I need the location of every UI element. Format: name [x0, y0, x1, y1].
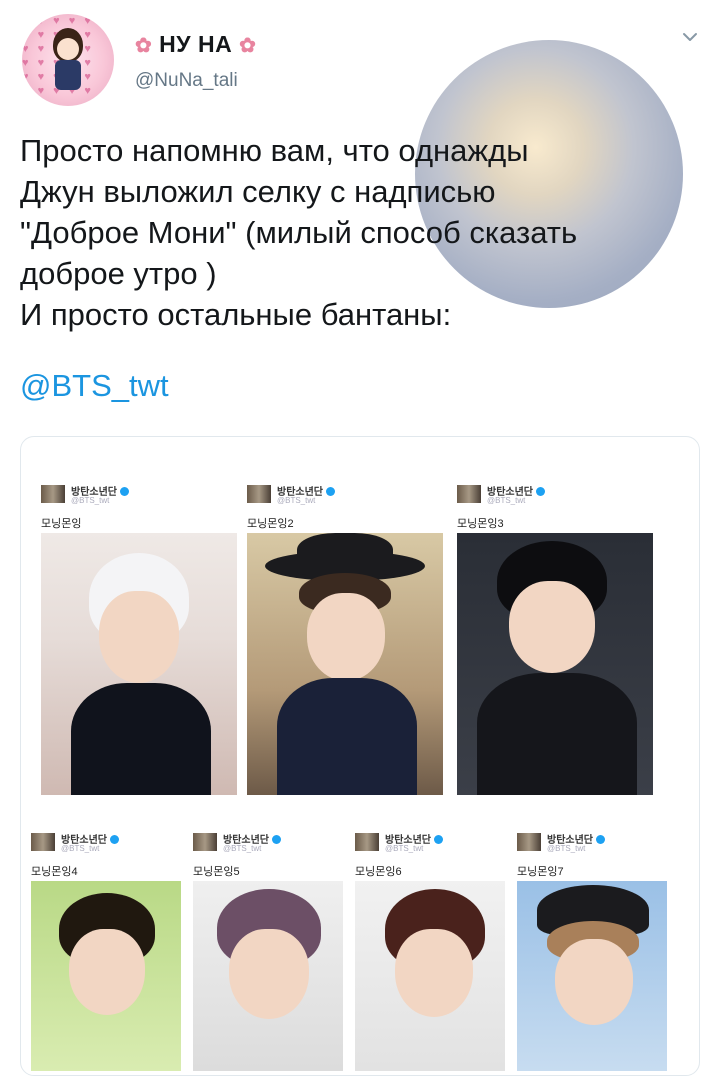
- media-card[interactable]: 방탄소년단 @BTS_twt 모닝몬잉 방탄소년단 @BTS_twt 모닝몬잉2…: [20, 436, 700, 1076]
- screenshot-caption: 모닝몬잉4: [31, 866, 78, 878]
- tweet-line: "Доброе Мони" (милый способ сказать: [20, 215, 578, 250]
- verified-icon: [326, 487, 335, 496]
- account-handle: @BTS_twt: [71, 496, 110, 505]
- tweet-line: Просто напомню вам, что однажды: [20, 133, 529, 168]
- tweet-line: И просто остальные бантаны:: [20, 297, 452, 332]
- avatar-face: [57, 38, 79, 60]
- account-handle: @BTS_twt: [277, 496, 316, 505]
- username[interactable]: @NuNa_tali: [135, 70, 238, 92]
- verified-icon: [434, 835, 443, 844]
- account-avatar: [41, 485, 65, 503]
- flower-icon: ✿: [135, 35, 153, 57]
- screenshot-caption: 모닝몬잉5: [193, 866, 240, 878]
- selfie-photo: [247, 533, 443, 795]
- screenshot-caption: 모닝몬잉2: [247, 518, 294, 530]
- verified-icon: [272, 835, 281, 844]
- avatar-body: [55, 60, 81, 90]
- selfie-photo: [355, 881, 505, 1071]
- verified-icon: [120, 487, 129, 496]
- chevron-down-icon[interactable]: [680, 27, 700, 47]
- selfie-photo: [457, 533, 653, 795]
- display-name-text: НУ НА: [159, 31, 233, 57]
- verified-icon: [536, 487, 545, 496]
- account-avatar: [193, 833, 217, 851]
- account-avatar: [517, 833, 541, 851]
- screenshot-caption: 모닝몬잉7: [517, 866, 564, 878]
- verified-icon: [110, 835, 119, 844]
- screenshot-caption: 모닝몬잉: [41, 518, 82, 530]
- selfie-photo: [31, 881, 181, 1071]
- display-name[interactable]: ✿ НУ НА ✿: [135, 31, 256, 58]
- tweet-header: ♥ ♥ ♥ ♥ ♥ ♥ ♥ ♥ ♥ ♥ ♥ ♥ ♥ ♥ ♥ ♥ ♥ ♥ ♥ ♥ ♥ ♥ …: [0, 0, 720, 110]
- tweet-line: Джун выложил селку с надписью: [20, 174, 496, 209]
- tweet-text: Просто напомню вам, что однажды Джун выл…: [20, 130, 710, 335]
- flower-icon: ✿: [239, 35, 257, 57]
- account-avatar: [31, 833, 55, 851]
- verified-icon: [596, 835, 605, 844]
- screenshot-caption: 모닝몬잉3: [457, 518, 504, 530]
- mention-link[interactable]: @BTS_twt: [20, 368, 169, 404]
- account-avatar: [457, 485, 481, 503]
- account-handle: @BTS_twt: [487, 496, 526, 505]
- tweet-line: доброе утро ): [20, 256, 217, 291]
- avatar[interactable]: ♥ ♥ ♥ ♥ ♥ ♥ ♥ ♥ ♥ ♥ ♥ ♥ ♥ ♥ ♥ ♥ ♥ ♥ ♥ ♥ ♥ ♥ …: [22, 14, 114, 106]
- account-avatar: [247, 485, 271, 503]
- account-handle: @BTS_twt: [385, 844, 424, 853]
- account-handle: @BTS_twt: [61, 844, 100, 853]
- account-handle: @BTS_twt: [547, 844, 586, 853]
- screenshot-caption: 모닝몬잉6: [355, 866, 402, 878]
- selfie-photo: [41, 533, 237, 795]
- selfie-photo: [517, 881, 667, 1071]
- account-avatar: [355, 833, 379, 851]
- selfie-photo: [193, 881, 343, 1071]
- account-handle: @BTS_twt: [223, 844, 262, 853]
